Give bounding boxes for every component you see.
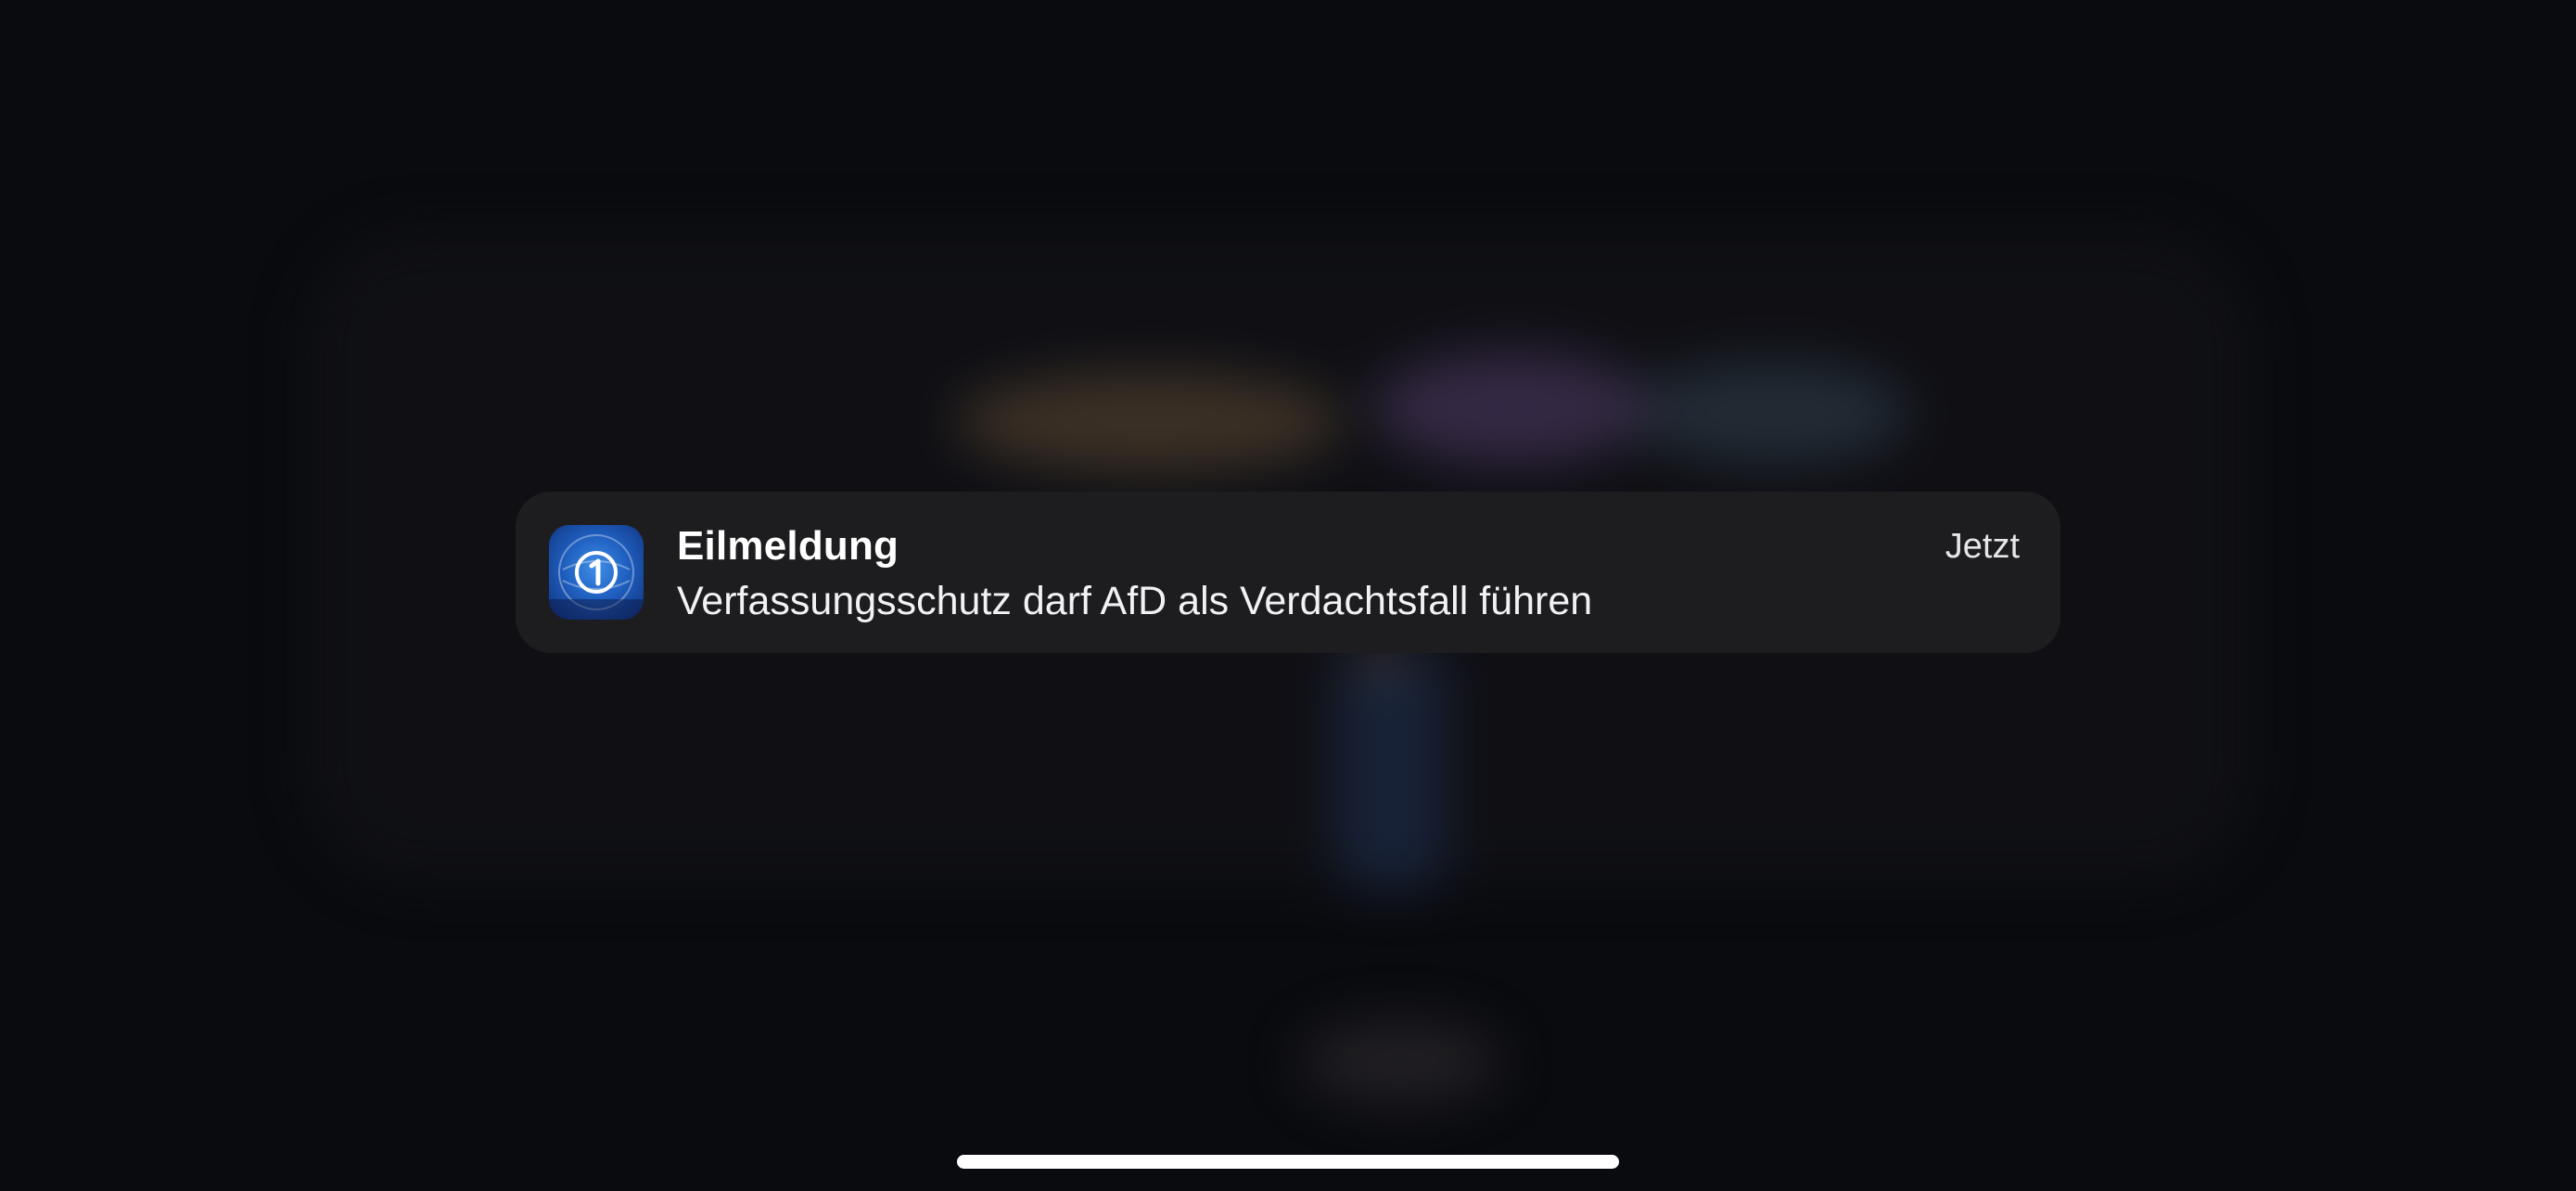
- lock-screen: Eilmeldung Verfassungsschutz darf AfD al…: [0, 0, 2576, 1191]
- notification-title: Eilmeldung: [677, 523, 899, 569]
- notification-time: Jetzt: [1945, 527, 2020, 566]
- notification-banner[interactable]: Eilmeldung Verfassungsschutz darf AfD al…: [516, 492, 2060, 653]
- notification-message: Verfassungsschutz darf AfD als Verdachts…: [677, 579, 1593, 623]
- home-indicator[interactable]: [957, 1155, 1619, 1169]
- tagesschau-globe-icon: [549, 525, 644, 620]
